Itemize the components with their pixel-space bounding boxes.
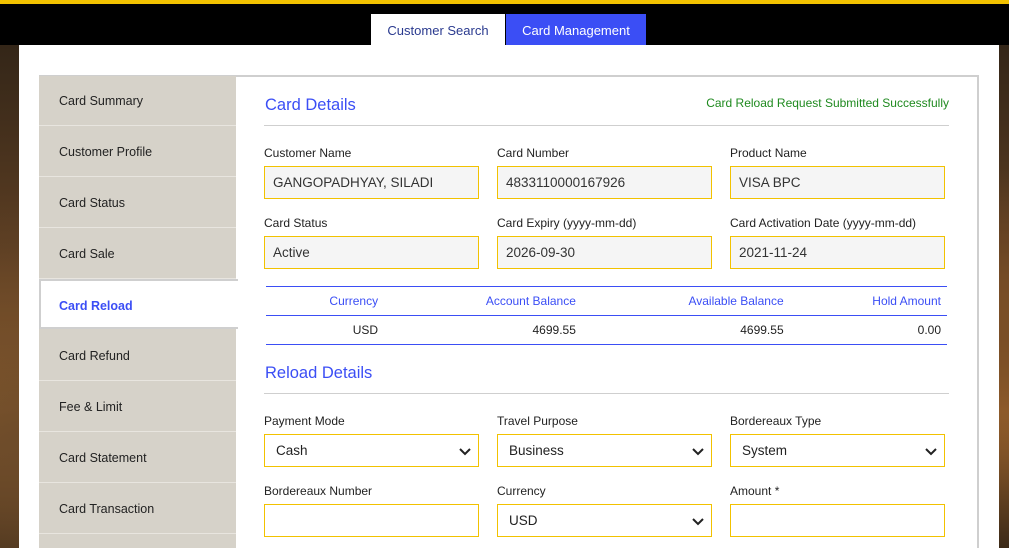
sidebar-item-card-summary[interactable]: Card Summary (39, 76, 236, 126)
travel-purpose-value: Business (509, 443, 564, 458)
sidebar-item-customer-profile[interactable]: Customer Profile (39, 127, 236, 177)
currency-select[interactable]: USD (497, 504, 712, 537)
bordereaux-type-label: Bordereaux Type (730, 414, 822, 428)
card-number-label: Card Number (497, 146, 570, 160)
success-message: Card Reload Request Submitted Successful… (706, 96, 949, 110)
tab-customer-search[interactable]: Customer Search (371, 14, 505, 49)
sidebar-item-card-statement[interactable]: Card Statement (39, 433, 236, 483)
sidebar-item-card-status[interactable]: Card Status (39, 178, 236, 228)
sidebar-item-card-sale[interactable]: Card Sale (39, 229, 236, 279)
cell-hold-amount: 0.00 (784, 315, 947, 345)
table-row: USD 4699.55 4699.55 0.00 (266, 315, 947, 345)
sidebar-item-card-refund[interactable]: Card Refund (39, 331, 236, 381)
bordereaux-number-label: Bordereaux Number (264, 484, 373, 498)
cell-available-balance: 4699.55 (576, 315, 785, 345)
card-number-field: 4833110000167926 (497, 166, 712, 199)
card-status-field: Active (264, 236, 479, 269)
bordereaux-type-select[interactable]: System (730, 434, 945, 467)
chevron-down-icon (459, 448, 471, 456)
card-status-label: Card Status (264, 216, 328, 230)
bordereaux-number-input[interactable] (264, 504, 479, 537)
amount-label: Amount * (730, 484, 780, 498)
product-name-label: Product Name (730, 146, 807, 160)
product-name-field: VISA BPC (730, 166, 945, 199)
activation-date-label: Card Activation Date (yyyy-mm-dd) (730, 216, 917, 230)
col-account-balance: Account Balance (379, 286, 577, 316)
col-currency: Currency (266, 286, 380, 316)
col-available-balance: Available Balance (576, 286, 785, 316)
balance-table: Currency Account Balance Available Balan… (266, 286, 947, 345)
cell-account-balance: 4699.55 (379, 315, 577, 345)
cell-currency: USD (266, 315, 380, 345)
reload-details-title: Reload Details (265, 364, 373, 382)
currency-value: USD (509, 513, 538, 528)
sidebar: Card Summary Customer Profile Card Statu… (39, 76, 238, 548)
sidebar-item-card-transaction[interactable]: Card Transaction (39, 484, 236, 534)
tab-card-management[interactable]: Card Management (506, 14, 646, 49)
activation-date-field: 2021-11-24 (730, 236, 945, 269)
chevron-down-icon (692, 518, 704, 526)
col-hold-amount: Hold Amount (784, 286, 947, 316)
customer-name-field: GANGOPADHYAY, SILADI (264, 166, 479, 199)
balance-table-header: Currency Account Balance Available Balan… (266, 286, 947, 316)
card-expiry-label: Card Expiry (yyyy-mm-dd) (497, 216, 637, 230)
sidebar-item-fee-limit[interactable]: Fee & Limit (39, 382, 236, 432)
bordereaux-type-value: System (742, 443, 788, 458)
payment-mode-label: Payment Mode (264, 414, 345, 428)
customer-name-label: Customer Name (264, 146, 352, 160)
travel-purpose-label: Travel Purpose (497, 414, 578, 428)
payment-mode-select[interactable]: Cash (264, 434, 479, 467)
sidebar-item-card-reload[interactable]: Card Reload (39, 279, 238, 329)
divider (264, 125, 949, 126)
currency-label: Currency (497, 484, 546, 498)
card-details-title: Card Details (265, 96, 356, 114)
payment-mode-value: Cash (276, 443, 308, 458)
travel-purpose-select[interactable]: Business (497, 434, 712, 467)
divider (264, 393, 949, 394)
card-expiry-field: 2026-09-30 (497, 236, 712, 269)
chevron-down-icon (925, 448, 937, 456)
chevron-down-icon (692, 448, 704, 456)
top-navigation-bar: Customer Search Card Management (0, 0, 1009, 49)
amount-input[interactable] (730, 504, 945, 537)
